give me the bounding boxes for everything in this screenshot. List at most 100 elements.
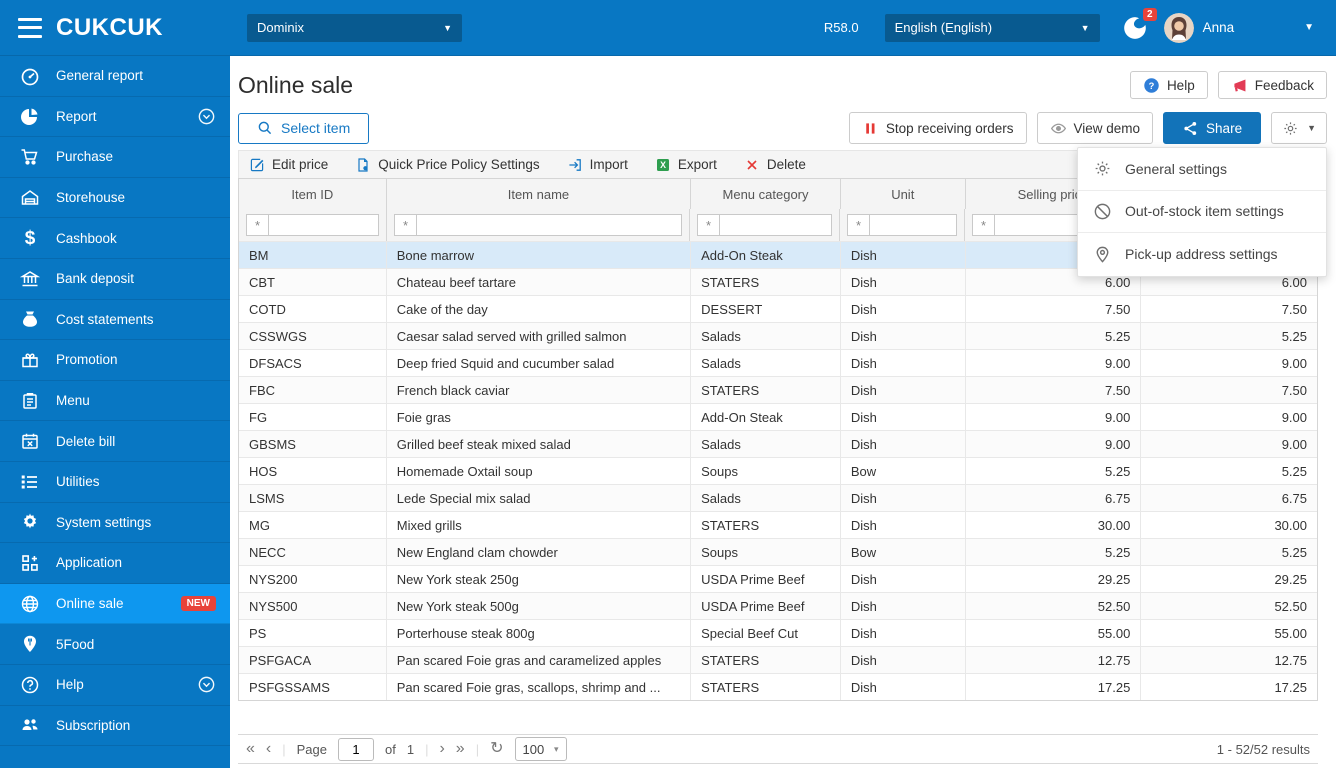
sidebar-item-bank-deposit[interactable]: Bank deposit — [0, 259, 230, 300]
first-page-icon[interactable]: « — [246, 741, 255, 757]
cell-price-2: 6.75 — [1281, 490, 1307, 506]
import-button[interactable]: Import — [567, 157, 628, 173]
cell-price-2: 5.25 — [1281, 463, 1307, 479]
menu-item-out-of-stock-item-settings[interactable]: Out-of-stock item settings — [1078, 191, 1326, 233]
sidebar-item-label: Cost statements — [56, 311, 154, 327]
language-selector[interactable]: English (English) ▼ — [884, 13, 1100, 42]
sidebar-item-label: Purchase — [56, 149, 114, 165]
last-page-icon[interactable]: » — [456, 741, 465, 757]
sidebar-item-application[interactable]: Application — [0, 543, 230, 584]
chevron-down-circle-icon — [197, 675, 216, 694]
menu-item-label: Out-of-stock item settings — [1125, 203, 1284, 220]
menu-item-label: General settings — [1125, 160, 1227, 177]
filter-input[interactable] — [719, 214, 832, 236]
menu-item-general-settings[interactable]: General settings — [1078, 148, 1326, 191]
settings-dropdown-button[interactable]: ▼ — [1271, 112, 1327, 144]
page-number-input[interactable] — [338, 737, 374, 761]
notification-icon[interactable]: 2 — [1122, 7, 1157, 41]
page-size-select[interactable]: 100 ▾ — [514, 737, 567, 761]
cell-item-name: New York steak 250g — [387, 566, 692, 592]
sidebar-item-cashbook[interactable]: $ Cashbook — [0, 218, 230, 259]
next-page-icon[interactable]: › — [439, 741, 444, 757]
cell-menu-category: Salads — [691, 485, 841, 511]
delete-button[interactable]: Delete — [744, 157, 806, 173]
edit-price-button[interactable]: Edit price — [249, 157, 328, 173]
hamburger-menu-icon[interactable] — [18, 17, 42, 38]
select-item-label: Select item — [281, 120, 351, 136]
sidebar-item-utilities[interactable]: Utilities — [0, 462, 230, 503]
table-row[interactable]: FG Foie gras Add-On Steak Dish 9.00 9.00 — [239, 403, 1317, 430]
cell-selling-price: 9.00 — [966, 350, 1142, 376]
table-row[interactable]: FBC French black caviar STATERS Dish 7.50 7.5… — [239, 376, 1317, 403]
share-button[interactable]: Share — [1163, 112, 1262, 144]
clipboard-icon — [19, 390, 41, 412]
menu-item-pick-up-address-settings[interactable]: Pick-up address settings — [1078, 233, 1326, 276]
filter-operator-button[interactable]: * — [972, 214, 994, 236]
user-menu-chevron-icon[interactable]: ▼ — [1298, 21, 1320, 34]
sidebar-item-subscription[interactable]: Subscription — [0, 706, 230, 747]
table-row[interactable]: LSMS Lede Special mix salad Salads Dish 6.75… — [239, 484, 1317, 511]
sidebar-item-label: Help — [56, 677, 84, 693]
table-row[interactable]: PSFGACA Pan scared Foie gras and carameli… — [239, 646, 1317, 673]
table-row[interactable]: CSSWGS Caesar salad served with grilled s… — [239, 322, 1317, 349]
select-item-button[interactable]: Select item — [238, 112, 370, 144]
table-row[interactable]: GBSMS Grilled beef steak mixed salad Salad… — [239, 430, 1317, 457]
sidebar-item-label: Subscription — [56, 717, 131, 733]
cell-menu-category: Salads — [691, 350, 841, 376]
sidebar-item-5food[interactable]: 5Food — [0, 624, 230, 665]
main-content: Online sale ? Help Feedback Select item … — [230, 56, 1336, 768]
prev-page-icon[interactable]: ‹ — [266, 741, 271, 757]
feedback-button[interactable]: Feedback — [1217, 71, 1327, 99]
cell-item-name: French black caviar — [387, 377, 692, 403]
table-row[interactable]: NYS200 New York steak 250g USDA Prime Beef… — [239, 565, 1317, 592]
help-button[interactable]: ? Help — [1129, 71, 1208, 99]
table-row[interactable]: COTD Cake of the day DESSERT Dish 7.50 7.50 — [239, 295, 1317, 322]
cell-price-2: 7.50 — [1281, 382, 1307, 398]
view-demo-button[interactable]: View demo — [1036, 112, 1154, 144]
table-row[interactable]: HOS Homemade Oxtail soup Soups Bow 5.25 5.25 — [239, 457, 1317, 484]
cell-menu-category: USDA Prime Beef — [691, 593, 841, 619]
cell-menu-category: Salads — [691, 323, 841, 349]
export-button[interactable]: X Export — [655, 157, 717, 173]
filter-operator-button[interactable]: * — [847, 214, 869, 236]
table-row[interactable]: MG Mixed grills STATERS Dish 30.00 30.00 — [239, 511, 1317, 538]
sidebar-item-purchase[interactable]: Purchase — [0, 137, 230, 178]
sidebar-item-storehouse[interactable]: Storehouse — [0, 178, 230, 219]
stop-receiving-orders-button[interactable]: Stop receiving orders — [848, 112, 1027, 144]
sidebar-item-system-settings[interactable]: System settings — [0, 503, 230, 544]
filter-input[interactable] — [416, 214, 682, 236]
help-circle-icon: ? — [1144, 77, 1159, 93]
users-icon — [19, 714, 41, 736]
sidebar-item-menu[interactable]: Menu — [0, 381, 230, 422]
table-row[interactable]: DFSACS Deep fried Squid and cucumber sala… — [239, 349, 1317, 376]
filter-input[interactable] — [268, 214, 379, 236]
filter-input[interactable] — [869, 214, 957, 236]
filter-operator-button[interactable]: * — [697, 214, 719, 236]
table-row[interactable]: NYS500 New York steak 500g USDA Prime Beef… — [239, 592, 1317, 619]
chevron-down-circle-icon — [197, 107, 216, 126]
sidebar-item-help[interactable]: Help — [0, 665, 230, 706]
sidebar-item-delete-bill[interactable]: Delete bill — [0, 421, 230, 462]
filter-operator-button[interactable]: * — [246, 214, 268, 236]
sidebar-item-promotion[interactable]: Promotion — [0, 340, 230, 381]
branch-selector[interactable]: Dominix ▼ — [247, 13, 462, 42]
notification-badge: 2 — [1143, 7, 1157, 21]
branch-selector-value: Dominix — [257, 20, 304, 35]
cell-unit: Dish — [841, 512, 966, 538]
table-row[interactable]: PSFGSSAMS Pan scared Foie gras, scallops,… — [239, 673, 1317, 700]
refresh-icon[interactable]: ↻ — [490, 741, 503, 757]
avatar[interactable] — [1163, 12, 1194, 43]
filter-operator-button[interactable]: * — [394, 214, 416, 236]
cell-unit: Bow — [841, 458, 966, 484]
quick-price-policy-settings-button[interactable]: Quick Price Policy Settings — [355, 157, 540, 173]
list-icon — [19, 471, 41, 493]
gear-icon — [1284, 121, 1297, 135]
chevron-down-icon: ▼ — [443, 22, 452, 33]
sidebar-item-report[interactable]: Report — [0, 97, 230, 138]
pagination-bar: « ‹ | Page of 1 | › » | ↻ 100 ▾ 1 - 52/5… — [238, 734, 1318, 764]
sidebar-item-general-report[interactable]: General report — [0, 56, 230, 97]
table-row[interactable]: PS Porterhouse steak 800g Special Beef Cut… — [239, 619, 1317, 646]
sidebar-item-cost-statements[interactable]: Cost statements — [0, 300, 230, 341]
sidebar-item-online-sale[interactable]: Online sale NEW — [0, 583, 230, 625]
table-row[interactable]: NECC New England clam chowder Soups Bow 5.25… — [239, 538, 1317, 565]
